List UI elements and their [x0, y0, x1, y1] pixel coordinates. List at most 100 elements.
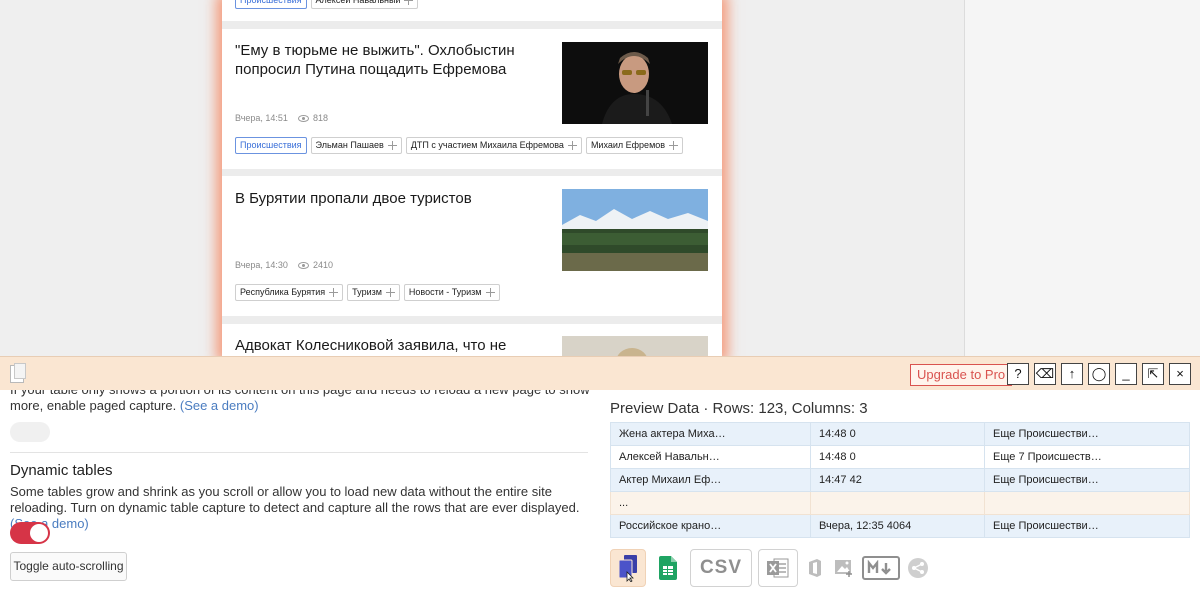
paged-capture-toggle[interactable] [10, 422, 50, 442]
preview-table: Жена актера Миха… 14:48 0 Еще Происшеств… [610, 422, 1190, 538]
see-demo-link[interactable]: (See a demo) [180, 398, 259, 413]
tag-label: Туризм [352, 287, 382, 297]
news-card[interactable]: "Ему в тюрьме не выжить". Охлобыстин поп… [222, 29, 722, 169]
arrow-up-icon[interactable]: ↑ [1061, 363, 1083, 385]
news-card-views: 2410 [312, 260, 333, 270]
office-icon [809, 559, 821, 577]
preview-panel: Preview Data · Rows: 123, Columns: 3 Жен… [600, 390, 1200, 592]
office-export-button[interactable] [804, 549, 826, 587]
share-button[interactable] [906, 549, 930, 587]
upgrade-to-pro-button[interactable]: Upgrade to Pro [910, 364, 1013, 386]
eye-icon [297, 114, 309, 122]
plus-icon[interactable] [567, 141, 577, 150]
news-card-title[interactable]: "Ему в тюрьме не выжить". Охлобыстин поп… [235, 41, 545, 79]
table-cell: Еще Происшестви… [984, 514, 1190, 538]
eye-icon [297, 261, 309, 269]
tag-button[interactable]: Туризм [347, 284, 400, 301]
csv-label: CSV [699, 557, 743, 578]
news-card-time: Вчера, 14:30 [235, 260, 288, 270]
table-row-ellipsis: ... [610, 491, 1190, 515]
news-card-image[interactable] [562, 336, 708, 356]
plus-icon[interactable] [485, 288, 495, 297]
dynamic-capture-toggle[interactable] [10, 522, 50, 544]
tag-button[interactable]: Эльман Пашаев [310, 137, 402, 154]
table-cell: ... [610, 491, 811, 515]
google-sheets-button[interactable] [652, 549, 684, 587]
dynamic-tables-text: Some tables grow and shrink as you scrol… [10, 484, 580, 515]
extension-logo-icon [10, 363, 26, 383]
table-cell [984, 491, 1190, 515]
table-cell: 14:48 0 [810, 422, 985, 446]
news-card-tags: Республика Бурятия Туризм Новости - Тури… [235, 284, 500, 301]
table-cell: Еще Происшестви… [984, 422, 1190, 446]
toggle-auto-scrolling-button[interactable]: Toggle auto-scrolling [10, 552, 127, 581]
csv-export-button[interactable]: CSV [690, 549, 752, 587]
paged-capture-text: If your table only shows a portion of it… [10, 390, 590, 413]
plus-icon[interactable] [385, 288, 395, 297]
tag-button[interactable]: Происшествия [235, 137, 307, 154]
expand-icon[interactable]: ⇱ [1142, 363, 1164, 385]
tag-label: Происшествия [240, 140, 302, 150]
plus-icon[interactable] [669, 141, 679, 150]
table-cell: Российское крано… [610, 514, 811, 538]
preview-title: Preview Data · Rows: 123, Columns: 3 [610, 400, 868, 417]
close-button[interactable]: × [1169, 363, 1191, 385]
news-card[interactable]: Адвокат Колесниковой заявила, что не зна… [222, 324, 722, 356]
copy-to-clipboard-button[interactable] [610, 549, 646, 587]
table-row: Жена актера Миха… 14:48 0 Еще Происшеств… [610, 422, 1190, 446]
news-card-meta: Вчера, 14:30 2410 [235, 260, 333, 270]
paged-capture-description: If your table only shows a portion of it… [10, 390, 590, 414]
google-sheets-icon [659, 556, 677, 580]
table-row: Российское крано… Вчера, 12:35 4064 Еще … [610, 514, 1190, 538]
news-card-title[interactable]: Адвокат Колесниковой заявила, что не зна… [235, 336, 545, 356]
plus-icon[interactable] [329, 288, 339, 297]
tag-button[interactable]: Происшествия [235, 0, 307, 9]
table-cell: Алексей Навальн… [610, 445, 811, 469]
news-card-previous: Происшествия Алексей Навальный [222, 0, 722, 21]
dynamic-tables-description: Some tables grow and shrink as you scrol… [10, 484, 590, 532]
table-cell: Актер Михаил Еф… [610, 468, 811, 492]
news-card-views: 818 [312, 113, 328, 123]
news-card-time: Вчера, 14:51 [235, 113, 288, 123]
circle-icon[interactable]: ◯ [1088, 363, 1110, 385]
markdown-icon [867, 560, 891, 575]
table-cell: Еще 7 Происшеств… [984, 445, 1190, 469]
news-card-image[interactable] [562, 189, 708, 271]
copy-icon [618, 555, 637, 582]
extension-toolbar: Upgrade to Pro ? ⌫ ↑ ◯ _ ⇱ × [0, 356, 1200, 390]
table-row: Алексей Навальн… 14:48 0 Еще 7 Происшест… [610, 445, 1190, 469]
minimize-button[interactable]: _ [1115, 363, 1137, 385]
plus-icon[interactable] [404, 0, 414, 5]
clear-icon[interactable]: ⌫ [1034, 363, 1056, 385]
tag-label: Происшествия [240, 0, 302, 5]
tag-button[interactable]: Новости - Туризм [403, 284, 500, 301]
tag-button[interactable]: Алексей Навальный [310, 0, 419, 9]
tag-label: ДТП с участием Михаила Ефремова [410, 140, 564, 150]
news-card-tags: Происшествия Алексей Навальный [235, 0, 419, 9]
table-cell: Еще Происшестви… [984, 468, 1190, 492]
divider [10, 452, 588, 453]
tag-button[interactable]: ДТП с участием Михаила Ефремова [405, 137, 582, 154]
dynamic-tables-title: Dynamic tables [10, 462, 113, 479]
markdown-export-button[interactable] [862, 556, 900, 580]
news-card-tags: Происшествия Эльман Пашаев ДТП с участие… [235, 137, 684, 154]
news-right-column [964, 0, 1200, 356]
tag-label: Эльман Пашаев [315, 140, 384, 150]
excel-export-button[interactable] [758, 549, 798, 587]
table-cell: Вчера, 12:35 4064 [810, 514, 985, 538]
news-card-image[interactable] [562, 42, 708, 124]
news-card-title[interactable]: В Бурятии пропали двое туристов [235, 189, 545, 208]
share-icon [908, 558, 928, 578]
news-card-meta: Вчера, 14:51 818 [235, 113, 328, 123]
help-button[interactable]: ? [1007, 363, 1029, 385]
image-icon [835, 560, 852, 577]
table-row: Актер Михаил Еф… 14:47 42 Еще Происшеств… [610, 468, 1190, 492]
plus-icon[interactable] [387, 141, 397, 150]
news-card[interactable]: В Бурятии пропали двое туристов Вчера, 1… [222, 176, 722, 316]
image-export-button[interactable] [832, 549, 856, 587]
tag-label: Новости - Туризм [408, 287, 482, 297]
table-cell [810, 491, 985, 515]
excel-icon [767, 558, 789, 578]
tag-button[interactable]: Республика Бурятия [235, 284, 344, 301]
tag-button[interactable]: Михаил Ефремов [585, 137, 684, 154]
